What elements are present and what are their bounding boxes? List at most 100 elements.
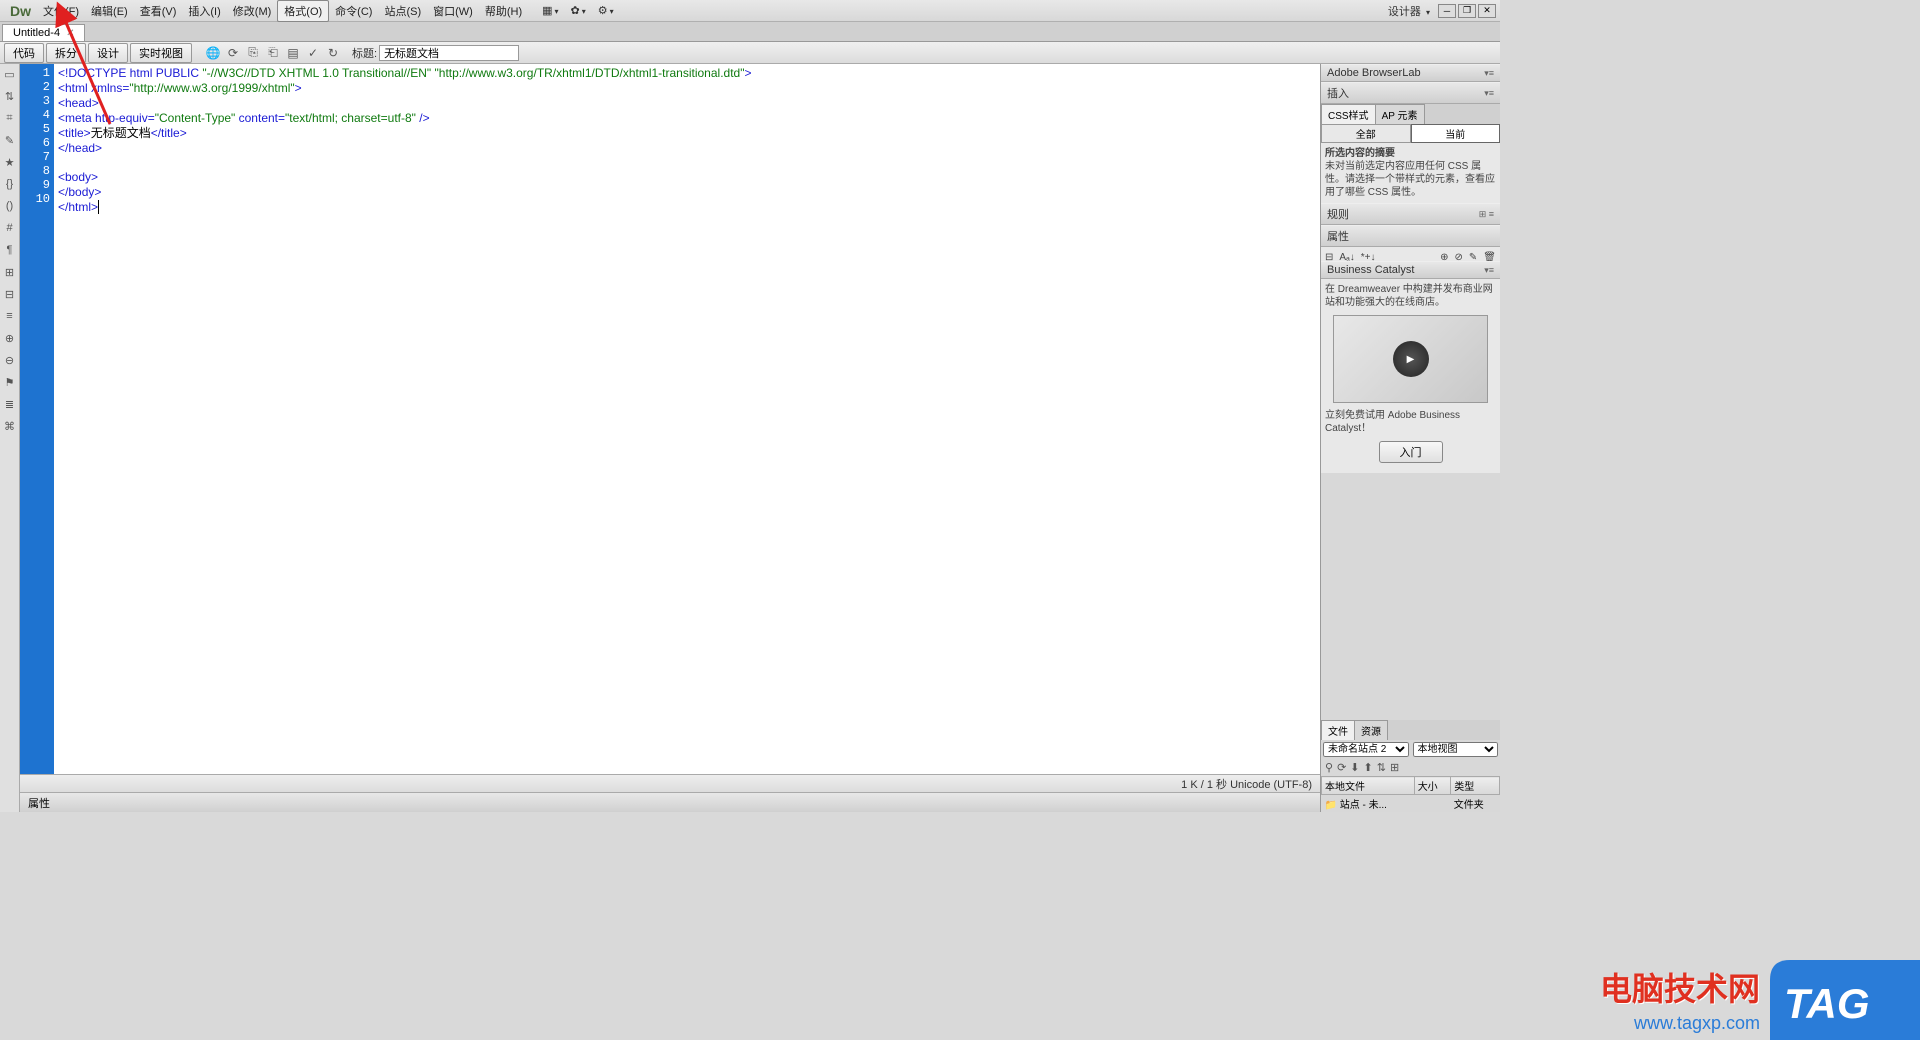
extend-icon[interactable]: ✿▾ [565, 2, 592, 19]
status-bar: 1 K / 1 秒 Unicode (UTF-8) [20, 774, 1320, 792]
tool-icon[interactable]: ⊞ [2, 264, 18, 280]
panel-browserlab[interactable]: Adobe BrowserLab▾≡ [1321, 64, 1500, 82]
menu-view[interactable]: 查看(V) [134, 1, 183, 21]
menu-window[interactable]: 窗口(W) [427, 1, 479, 21]
inspect-icon[interactable]: ⎗ [264, 44, 282, 62]
icon[interactable]: ⊕ [1440, 251, 1448, 257]
tool-icon[interactable]: () [2, 198, 18, 214]
put-icon[interactable]: ⬆ [1364, 761, 1373, 774]
code-view[interactable]: 12345678910 <!DOCTYPE html PUBLIC "-//W3… [20, 64, 1320, 774]
sync-icon[interactable]: ⇅ [1377, 761, 1386, 774]
panel-business-catalyst[interactable]: Business Catalyst▾≡ [1321, 261, 1500, 279]
icon[interactable]: 🗑 [1483, 251, 1496, 257]
tool-icon[interactable]: ≡ [2, 308, 18, 324]
window-maximize[interactable]: ❐ [1458, 4, 1476, 18]
css-properties-header[interactable]: 属性 [1321, 225, 1500, 247]
view-code-button[interactable]: 代码 [4, 43, 44, 63]
layout-icon[interactable]: ▦▾ [536, 2, 564, 19]
tool-icon[interactable]: ▭ [2, 66, 18, 82]
view-select[interactable]: 本地视图 [1413, 742, 1499, 757]
document-toolbar: 代码 拆分 设计 实时视图 🌐 ⟳ ⎘ ⎗ ▤ ✓ ↻ 标题: [0, 42, 1500, 64]
menu-edit[interactable]: 编辑(E) [85, 1, 134, 21]
get-icon[interactable]: ⬇ [1350, 761, 1359, 774]
view-split-button[interactable]: 拆分 [46, 43, 86, 63]
tool-icon[interactable]: # [2, 220, 18, 236]
refresh-icon[interactable]: ⟳ [224, 44, 242, 62]
tag-badge: TAG [1770, 960, 1920, 1040]
editor-area: 12345678910 <!DOCTYPE html PUBLIC "-//W3… [20, 64, 1320, 812]
connect-icon[interactable]: ⚲ [1325, 761, 1333, 774]
icon[interactable]: ✎ [1469, 251, 1477, 257]
css-current-button[interactable]: 当前 [1411, 124, 1501, 143]
css-summary-text: 未对当前选定内容应用任何 CSS 属性。请选择一个带样式的元素，查看应用了哪些 … [1325, 161, 1495, 198]
panel-insert[interactable]: 插入▾≡ [1321, 82, 1500, 104]
tool-icon[interactable]: ⇅ [2, 88, 18, 104]
files-table: 本地文件 大小 类型 📁 站点 - 未... 文件夹 [1321, 776, 1500, 812]
folder-icon: 📁 [1325, 800, 1337, 811]
css-panel-tabs: CSS样式 AP 元素 [1321, 104, 1500, 124]
tool-icon[interactable]: ✎ [2, 132, 18, 148]
tool-icon[interactable]: ★ [2, 154, 18, 170]
menu-site[interactable]: 站点(S) [378, 1, 427, 21]
globe-icon[interactable]: 🌐 [204, 44, 222, 62]
status-text: 1 K / 1 秒 Unicode (UTF-8) [1181, 776, 1312, 792]
file-row[interactable]: 📁 站点 - 未... 文件夹 [1322, 795, 1500, 813]
options-icon[interactable]: ▤ [284, 44, 302, 62]
menu-modify[interactable]: 修改(M) [227, 1, 278, 21]
reload-icon[interactable]: ↻ [324, 44, 342, 62]
tab-css-styles[interactable]: CSS样式 [1321, 104, 1376, 124]
css-rules-header[interactable]: 规则⊞ ≡ [1321, 203, 1500, 225]
view-design-button[interactable]: 设计 [88, 43, 128, 63]
close-icon[interactable]: ✕ [66, 28, 74, 39]
view-live-button[interactable]: 实时视图 [130, 43, 192, 63]
watermark-url: www.tagxp.com [1634, 1013, 1760, 1034]
tab-assets[interactable]: 资源 [1354, 720, 1388, 740]
tab-files[interactable]: 文件 [1321, 720, 1355, 740]
title-label: 标题: [352, 45, 377, 61]
tool-icon[interactable]: ⚑ [2, 374, 18, 390]
icon[interactable]: *+↓ [1361, 251, 1376, 257]
icon[interactable]: Aₐ↓ [1339, 251, 1354, 257]
document-tab[interactable]: Untitled-4 ✕ [2, 24, 85, 41]
tool-icon[interactable]: ⌗ [2, 110, 18, 126]
menu-help[interactable]: 帮助(H) [479, 1, 528, 21]
icon[interactable]: ⊘ [1455, 251, 1463, 257]
tool-icon[interactable]: ⊕ [2, 330, 18, 346]
tool-icon[interactable]: ⌘ [2, 418, 18, 434]
bc-text-2: 立刻免费试用 Adobe Business Catalyst！ [1325, 409, 1496, 435]
menu-file[interactable]: 文件(F) [37, 1, 85, 21]
css-summary: 所选内容的摘要 未对当前选定内容应用任何 CSS 属性。请选择一个带样式的元素，… [1321, 143, 1500, 203]
icon[interactable]: ⊟ [1325, 251, 1333, 257]
menu-insert[interactable]: 插入(I) [182, 1, 226, 21]
window-close[interactable]: ✕ [1478, 4, 1496, 18]
window-minimize[interactable]: ─ [1438, 4, 1456, 18]
tool-icon[interactable]: ≣ [2, 396, 18, 412]
check-icon[interactable]: ✓ [304, 44, 322, 62]
tab-ap-elements[interactable]: AP 元素 [1375, 104, 1425, 124]
menu-format[interactable]: 格式(O) [277, 0, 329, 22]
workspace-switcher[interactable]: 设计器 ▾ [1382, 1, 1436, 21]
css-all-button[interactable]: 全部 [1321, 124, 1411, 143]
expand-icon[interactable]: ⊞ [1390, 761, 1399, 774]
css-summary-title: 所选内容的摘要 [1325, 148, 1395, 159]
nav-icon[interactable]: ⎘ [244, 44, 262, 62]
col-localfile[interactable]: 本地文件 [1322, 777, 1415, 795]
tool-icon[interactable]: ¶ [2, 242, 18, 258]
properties-panel-header[interactable]: 属性 [20, 792, 1320, 812]
col-type[interactable]: 类型 [1451, 777, 1500, 795]
bc-video-thumb[interactable]: ▶ [1333, 315, 1488, 403]
menu-commands[interactable]: 命令(C) [329, 1, 378, 21]
sync-icon[interactable]: ⚙▾ [592, 2, 620, 19]
refresh-icon[interactable]: ⟳ [1337, 761, 1346, 774]
code-content[interactable]: <!DOCTYPE html PUBLIC "-//W3C//DTD XHTML… [54, 64, 1320, 774]
bc-text-1: 在 Dreamweaver 中构建并发布商业网站和功能强大的在线商店。 [1325, 283, 1496, 309]
play-icon: ▶ [1393, 341, 1429, 377]
tool-icon[interactable]: ⊟ [2, 286, 18, 302]
title-input[interactable] [379, 45, 519, 61]
tool-icon[interactable]: {} [2, 176, 18, 192]
tool-icon[interactable]: ⊖ [2, 352, 18, 368]
col-size[interactable]: 大小 [1414, 777, 1451, 795]
site-select[interactable]: 未命名站点 2 [1323, 742, 1409, 757]
files-toolbar: 未命名站点 2 本地视图 [1321, 740, 1500, 759]
bc-start-button[interactable]: 入门 [1379, 441, 1443, 463]
